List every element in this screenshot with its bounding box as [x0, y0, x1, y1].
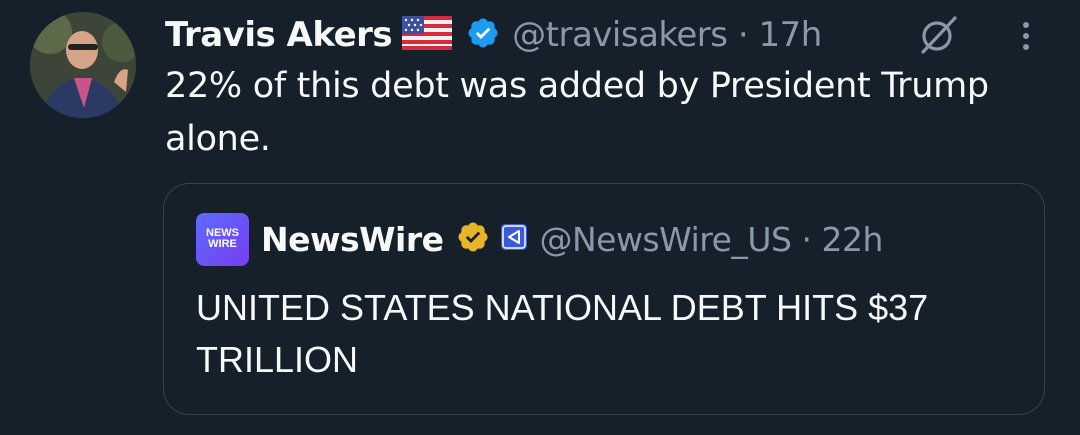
avatar-text-line2: WIRE — [208, 238, 237, 250]
quoted-author-handle[interactable]: @NewsWire_US · 22h — [540, 219, 884, 259]
verified-badge-icon[interactable] — [466, 16, 500, 54]
author-name[interactable]: Travis Akers — [165, 15, 393, 55]
tweet[interactable]: Travis Akers @travisakers · 17h 22% of t… — [0, 0, 1080, 435]
tweet-header: Travis Akers @travisakers · 17h — [165, 12, 822, 58]
grok-icon[interactable] — [915, 12, 963, 58]
quoted-avatar[interactable]: NEWS WIRE — [196, 212, 249, 266]
tweet-text: 22% of this debt was added by President … — [165, 66, 989, 159]
timestamp: 17h — [758, 15, 822, 55]
avatar[interactable] — [30, 12, 136, 118]
more-icon[interactable] — [1008, 12, 1044, 58]
quoted-header: NEWS WIRE NewsWire @NewsWire_US · 22h — [196, 212, 884, 266]
quoted-author-name[interactable]: NewsWire — [261, 220, 444, 259]
quoted-timestamp: 22h — [821, 219, 884, 259]
affiliate-badge-icon[interactable] — [500, 223, 528, 255]
quoted-text: UNITED STATES NATIONAL DEBT HITS $37 TRI… — [196, 287, 929, 380]
gold-verified-badge-icon[interactable] — [456, 220, 490, 258]
quoted-tweet[interactable]: NEWS WIRE NewsWire @NewsWire_US · 22h UN… — [163, 183, 1045, 415]
us-flag-icon — [402, 16, 453, 54]
author-handle[interactable]: @travisakers · 17h — [512, 15, 822, 55]
